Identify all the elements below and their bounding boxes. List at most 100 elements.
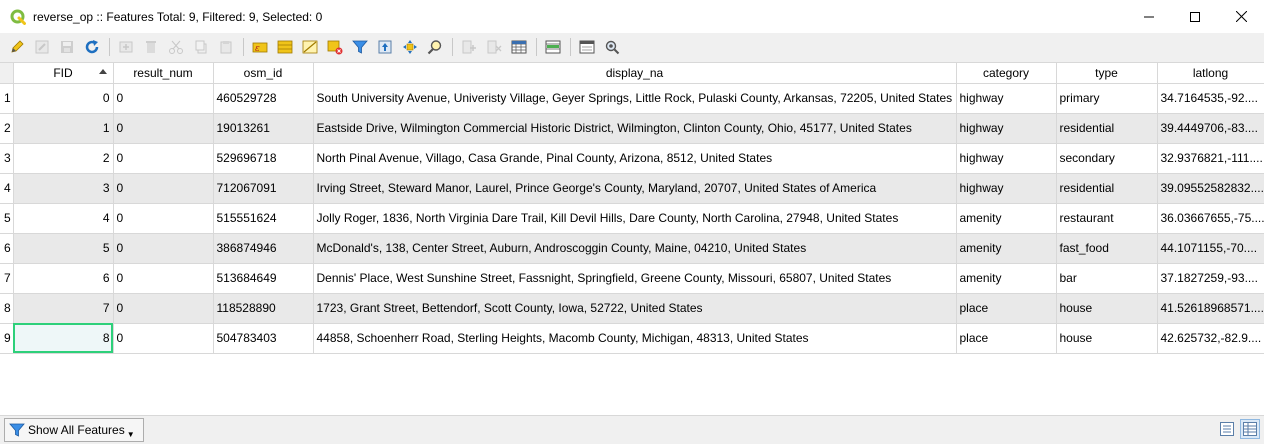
table-row[interactable]: 5 4 0 515551624 Jolly Roger, 1836, North… bbox=[0, 203, 1264, 234]
toggle-editing-button[interactable] bbox=[7, 37, 27, 57]
row-number[interactable]: 4 bbox=[0, 173, 14, 204]
select-all-button[interactable] bbox=[275, 37, 295, 57]
row-number[interactable]: 1 bbox=[0, 83, 14, 114]
cell-type[interactable]: primary bbox=[1056, 83, 1158, 114]
cell-result-num[interactable]: 0 bbox=[113, 113, 214, 144]
pan-to-selection-button[interactable] bbox=[400, 37, 420, 57]
cell-category[interactable]: highway bbox=[956, 83, 1057, 114]
cell-type[interactable]: house bbox=[1056, 293, 1158, 324]
column-header-fid[interactable]: FID bbox=[13, 63, 114, 84]
cell-display-na[interactable]: 44858, Schoenherr Road, Sterling Heights… bbox=[313, 323, 957, 354]
row-number[interactable]: 8 bbox=[0, 293, 14, 324]
table-row[interactable]: 8 7 0 118528890 1723, Grant Street, Bett… bbox=[0, 293, 1264, 324]
column-header-latlong[interactable]: latlong bbox=[1157, 63, 1264, 84]
row-number[interactable]: 7 bbox=[0, 263, 14, 294]
invert-selection-button[interactable] bbox=[300, 37, 320, 57]
cell-display-na[interactable]: South University Avenue, Univeristy Vill… bbox=[313, 83, 957, 114]
cell-type[interactable]: residential bbox=[1056, 113, 1158, 144]
delete-feature-button[interactable] bbox=[141, 37, 161, 57]
cell-osm-id[interactable]: 460529728 bbox=[213, 83, 314, 114]
cell-fid[interactable]: 1 bbox=[13, 113, 114, 144]
cell-type[interactable]: house bbox=[1056, 323, 1158, 354]
cell-category[interactable]: amenity bbox=[956, 203, 1057, 234]
cell-osm-id[interactable]: 529696718 bbox=[213, 143, 314, 174]
cell-osm-id[interactable]: 712067091 bbox=[213, 173, 314, 204]
cell-result-num[interactable]: 0 bbox=[113, 83, 214, 114]
cell-latlong[interactable]: 41.52618968571.... bbox=[1157, 293, 1264, 324]
filter-button[interactable] bbox=[350, 37, 370, 57]
conditional-formatting-button[interactable] bbox=[543, 37, 563, 57]
row-number[interactable]: 9 bbox=[0, 323, 14, 354]
paste-button[interactable] bbox=[216, 37, 236, 57]
cell-osm-id[interactable]: 118528890 bbox=[213, 293, 314, 324]
column-header-display-na[interactable]: display_na bbox=[313, 63, 957, 84]
cell-type[interactable]: bar bbox=[1056, 263, 1158, 294]
cell-osm-id[interactable]: 386874946 bbox=[213, 233, 314, 264]
cell-display-na[interactable]: North Pinal Avenue, Villago, Casa Grande… bbox=[313, 143, 957, 174]
cell-display-na[interactable]: Irving Street, Steward Manor, Laurel, Pr… bbox=[313, 173, 957, 204]
cell-display-na[interactable]: 1723, Grant Street, Bettendorf, Scott Co… bbox=[313, 293, 957, 324]
table-row[interactable]: 7 6 0 513684649 Dennis' Place, West Suns… bbox=[0, 263, 1264, 294]
cell-result-num[interactable]: 0 bbox=[113, 173, 214, 204]
cell-type[interactable]: restaurant bbox=[1056, 203, 1158, 234]
zoom-to-selection-button[interactable] bbox=[425, 37, 445, 57]
field-calculator-button[interactable] bbox=[509, 37, 529, 57]
row-number[interactable]: 3 bbox=[0, 143, 14, 174]
cell-latlong[interactable]: 42.625732,-82.9.... bbox=[1157, 323, 1264, 354]
cell-latlong[interactable]: 36.03667655,-75.... bbox=[1157, 203, 1264, 234]
cell-osm-id[interactable]: 513684649 bbox=[213, 263, 314, 294]
cell-display-na[interactable]: Eastside Drive, Wilmington Commercial Hi… bbox=[313, 113, 957, 144]
cell-type[interactable]: secondary bbox=[1056, 143, 1158, 174]
cell-latlong[interactable]: 44.1071155,-70.... bbox=[1157, 233, 1264, 264]
move-selection-to-top-button[interactable] bbox=[375, 37, 395, 57]
form-view-button[interactable] bbox=[1217, 419, 1237, 439]
cell-category[interactable]: amenity bbox=[956, 263, 1057, 294]
table-row[interactable]: 1 0 0 460529728 South University Avenue,… bbox=[0, 83, 1264, 114]
cell-result-num[interactable]: 0 bbox=[113, 233, 214, 264]
delete-field-button[interactable] bbox=[484, 37, 504, 57]
column-header-category[interactable]: category bbox=[956, 63, 1057, 84]
cell-display-na[interactable]: McDonald's, 138, Center Street, Auburn, … bbox=[313, 233, 957, 264]
close-button[interactable] bbox=[1218, 0, 1264, 33]
cell-result-num[interactable]: 0 bbox=[113, 143, 214, 174]
minimize-button[interactable] bbox=[1126, 0, 1172, 33]
reload-button[interactable] bbox=[82, 37, 102, 57]
table-row[interactable]: 6 5 0 386874946 McDonald's, 138, Center … bbox=[0, 233, 1264, 264]
cell-latlong[interactable]: 39.09552582832.... bbox=[1157, 173, 1264, 204]
copy-button[interactable] bbox=[191, 37, 211, 57]
cell-result-num[interactable]: 0 bbox=[113, 323, 214, 354]
table-row[interactable]: 3 2 0 529696718 North Pinal Avenue, Vill… bbox=[0, 143, 1264, 174]
cell-category[interactable]: highway bbox=[956, 113, 1057, 144]
add-feature-button[interactable] bbox=[116, 37, 136, 57]
deselect-all-button[interactable] bbox=[325, 37, 345, 57]
cell-result-num[interactable]: 0 bbox=[113, 263, 214, 294]
multi-edit-button[interactable] bbox=[32, 37, 52, 57]
actions-button[interactable] bbox=[602, 37, 622, 57]
cell-latlong[interactable]: 39.4449706,-83.... bbox=[1157, 113, 1264, 144]
cut-button[interactable] bbox=[166, 37, 186, 57]
new-field-button[interactable] bbox=[459, 37, 479, 57]
save-edits-button[interactable] bbox=[57, 37, 77, 57]
cell-latlong[interactable]: 32.9376821,-111.... bbox=[1157, 143, 1264, 174]
cell-osm-id[interactable]: 515551624 bbox=[213, 203, 314, 234]
cell-display-na[interactable]: Dennis' Place, West Sunshine Street, Fas… bbox=[313, 263, 957, 294]
cell-osm-id[interactable]: 504783403 bbox=[213, 323, 314, 354]
cell-fid[interactable]: 3 bbox=[13, 173, 114, 204]
table-view-button[interactable] bbox=[1240, 419, 1260, 439]
table-corner[interactable] bbox=[0, 63, 14, 84]
cell-type[interactable]: residential bbox=[1056, 173, 1158, 204]
cell-osm-id[interactable]: 19013261 bbox=[213, 113, 314, 144]
cell-fid[interactable]: 7 bbox=[13, 293, 114, 324]
cell-fid-current[interactable]: 8 bbox=[13, 323, 114, 354]
cell-fid[interactable]: 2 bbox=[13, 143, 114, 174]
cell-result-num[interactable]: 0 bbox=[113, 293, 214, 324]
cell-fid[interactable]: 0 bbox=[13, 83, 114, 114]
cell-latlong[interactable]: 37.1827259,-93.... bbox=[1157, 263, 1264, 294]
column-header-osm-id[interactable]: osm_id bbox=[213, 63, 314, 84]
cell-display-na[interactable]: Jolly Roger, 1836, North Virginia Dare T… bbox=[313, 203, 957, 234]
cell-type[interactable]: fast_food bbox=[1056, 233, 1158, 264]
cell-fid[interactable]: 6 bbox=[13, 263, 114, 294]
cell-category[interactable]: highway bbox=[956, 173, 1057, 204]
cell-category[interactable]: highway bbox=[956, 143, 1057, 174]
cell-result-num[interactable]: 0 bbox=[113, 203, 214, 234]
